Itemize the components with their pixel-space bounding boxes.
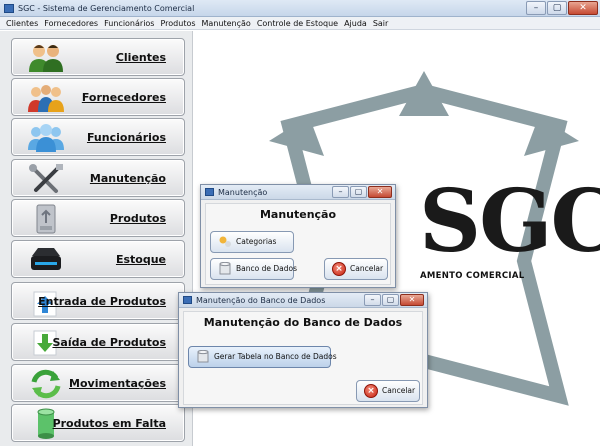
maintenance-dialog: Manutenção – ▢ ✕ Manutenção Categorias B…	[200, 184, 396, 288]
cancel-x-icon: ×	[364, 384, 378, 398]
nav-entrada-produtos-button[interactable]: Entrada de Produtos	[11, 282, 185, 320]
banco-dados-label: Banco de Dados	[236, 264, 297, 273]
database-close-button[interactable]: ✕	[400, 294, 424, 306]
nav-produtos-falta-button[interactable]: Produtos em Falta	[11, 404, 185, 442]
nav-funcionarios-button[interactable]: Funcionários	[11, 118, 185, 156]
database-dialog-panel: Manutenção do Banco de Dados Gerar Tabel…	[183, 311, 423, 405]
database-minimize-button[interactable]: –	[364, 294, 381, 306]
cancel-x-icon: ×	[332, 262, 346, 276]
categorias-label: Categorias	[236, 237, 277, 246]
nav-funcionarios-label: Funcionários	[86, 131, 166, 144]
database-dialog-icon	[183, 296, 192, 304]
nav-produtos-button[interactable]: Produtos	[11, 199, 185, 237]
menu-controle-estoque[interactable]: Controle de Estoque	[257, 17, 338, 29]
app-icon	[4, 4, 14, 13]
nav-fornecedores-label: Fornecedores	[81, 91, 166, 104]
database-dialog-titlebar: Manutenção do Banco de Dados – ▢ ✕	[179, 293, 427, 308]
menu-manutencao[interactable]: Manutenção	[202, 17, 251, 29]
categorias-button[interactable]: Categorias	[210, 231, 294, 253]
menu-funcionarios[interactable]: Funcionários	[104, 17, 154, 29]
maximize-button[interactable]: ▢	[547, 1, 567, 15]
maintenance-dialog-titlebar: Manutenção – ▢ ✕	[201, 185, 395, 200]
database-dialog-title: Manutenção do Banco de Dados	[196, 296, 326, 305]
database-maximize-button[interactable]: ▢	[382, 294, 399, 306]
window-controls: – ▢ ✕	[526, 1, 598, 15]
users-icon	[29, 45, 63, 72]
database-dialog-controls: – ▢ ✕	[364, 294, 424, 306]
product-box-icon	[36, 204, 56, 234]
menu-bar: Clientes Fornecedores Funcionários Produ…	[0, 17, 600, 30]
nav-clientes-label: Clientes	[115, 51, 166, 64]
maintenance-dialog-panel: Manutenção Categorias Banco de Dados × C…	[205, 203, 391, 285]
maintenance-cancel-label: Cancelar	[350, 264, 384, 273]
nav-manutencao-button[interactable]: Manutenção	[11, 159, 185, 197]
gerar-tabela-label: Gerar Tabela no Banco de Dados	[214, 352, 337, 361]
nav-saida-produtos-button[interactable]: Saída de Produtos	[11, 323, 185, 361]
menu-clientes[interactable]: Clientes	[6, 17, 38, 29]
nav-estoque-button[interactable]: Estoque	[11, 240, 185, 278]
nav-entrada-produtos-label: Entrada de Produtos	[38, 295, 166, 308]
database-icon	[197, 350, 209, 363]
database-cancel-button[interactable]: × Cancelar	[356, 380, 420, 402]
logo-subtitle: AMENTO COMERCIAL	[420, 271, 525, 281]
banco-dados-button[interactable]: Banco de Dados	[210, 258, 297, 280]
menu-fornecedores[interactable]: Fornecedores	[44, 17, 98, 29]
maintenance-minimize-button[interactable]: –	[332, 186, 349, 198]
nav-estoque-label: Estoque	[115, 253, 166, 266]
employees-icon	[28, 124, 64, 152]
nav-produtos-label: Produtos	[109, 212, 166, 225]
database-heading: Manutenção do Banco de Dados	[203, 316, 403, 329]
gerar-tabela-button[interactable]: Gerar Tabela no Banco de Dados	[188, 346, 337, 368]
maintenance-heading: Manutenção	[259, 208, 337, 221]
storage-drive-icon	[31, 248, 61, 270]
maintenance-dialog-icon	[205, 188, 214, 196]
nav-saida-produtos-label: Saída de Produtos	[52, 336, 166, 349]
database-cancel-label: Cancelar	[382, 386, 416, 395]
nav-movimentacoes-label: Movimentações	[69, 377, 166, 390]
menu-produtos[interactable]: Produtos	[160, 17, 195, 29]
maintenance-maximize-button[interactable]: ▢	[350, 186, 367, 198]
logo-text: SGC	[419, 171, 600, 272]
sidebar: Clientes Fornecedores Funcionários Manut…	[0, 31, 193, 446]
close-button[interactable]: ✕	[568, 1, 598, 15]
maintenance-dialog-controls: – ▢ ✕	[332, 186, 392, 198]
database-icon	[219, 262, 231, 275]
menu-sair[interactable]: Sair	[373, 17, 389, 29]
nav-clientes-button[interactable]: Clientes	[11, 38, 185, 76]
maintenance-close-button[interactable]: ✕	[368, 186, 392, 198]
categories-icon	[219, 236, 231, 247]
nav-produtos-falta-label: Produtos em Falta	[52, 417, 166, 430]
window-titlebar: SGC - Sistema de Gerenciamento Comercial…	[0, 0, 600, 17]
suppliers-icon	[28, 85, 64, 112]
minimize-button[interactable]: –	[526, 1, 546, 15]
database-maintenance-dialog: Manutenção do Banco de Dados – ▢ ✕ Manut…	[178, 292, 428, 408]
maintenance-cancel-button[interactable]: × Cancelar	[324, 258, 388, 280]
maintenance-dialog-title: Manutenção	[218, 188, 268, 197]
menu-ajuda[interactable]: Ajuda	[344, 17, 367, 29]
nav-movimentacoes-button[interactable]: Movimentações	[11, 364, 185, 402]
window-title: SGC - Sistema de Gerenciamento Comercial	[18, 4, 195, 13]
nav-manutencao-label: Manutenção	[89, 172, 166, 185]
refresh-icon	[31, 369, 61, 399]
tools-icon	[29, 164, 63, 193]
nav-fornecedores-button[interactable]: Fornecedores	[11, 78, 185, 116]
